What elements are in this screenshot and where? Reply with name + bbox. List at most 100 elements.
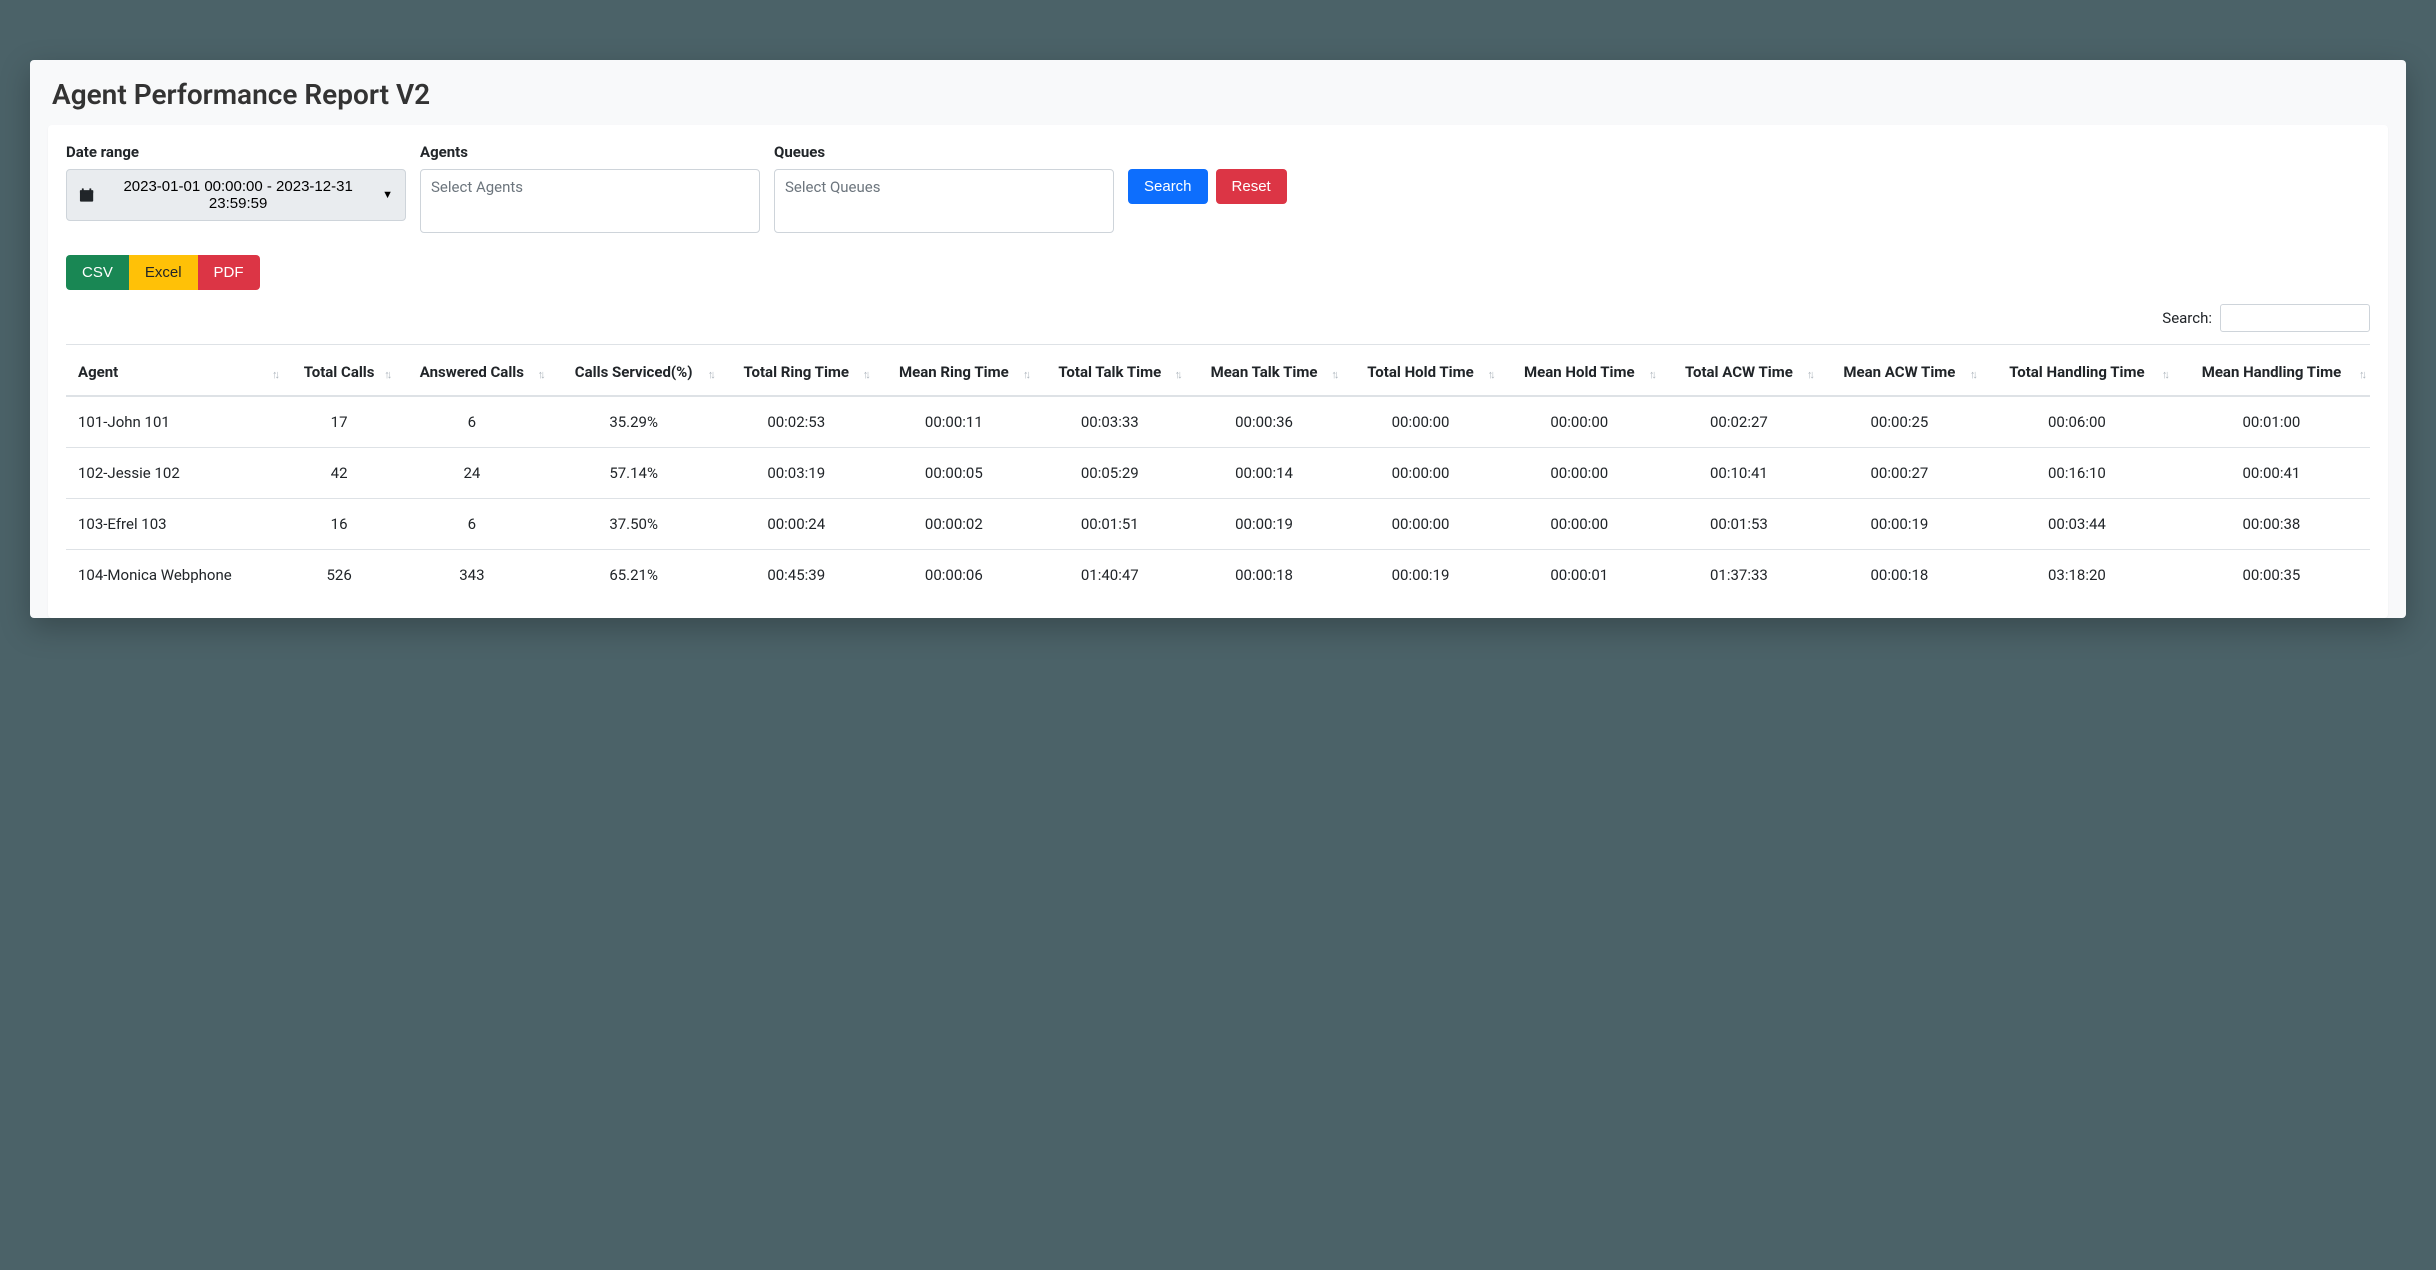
column-header-label: Calls Serviced(%) [575, 363, 693, 381]
column-header-label: Total Hold Time [1367, 363, 1473, 381]
table-cell: 01:40:47 [1034, 550, 1186, 601]
table-cell: 6 [395, 396, 548, 448]
column-header[interactable]: Total Hold Time↑↓ [1342, 345, 1498, 397]
column-header[interactable]: Mean Handling Time ↑↓ [2173, 345, 2370, 397]
table-cell: 00:03:33 [1034, 396, 1186, 448]
column-header-label: Total Handling Time [2009, 363, 2144, 381]
table-cell: 101-John 101 [66, 396, 283, 448]
table-cell: 00:10:41 [1660, 448, 1818, 499]
table-cell: 00:00:25 [1818, 396, 1981, 448]
export-pdf-button[interactable]: PDF [198, 255, 260, 290]
queues-label: Queues [774, 143, 1114, 161]
agents-label: Agents [420, 143, 760, 161]
column-header-label: Mean Hold Time [1524, 363, 1635, 381]
date-range-button[interactable]: 2023-01-01 00:00:00 - 2023-12-31 23:59:5… [66, 169, 406, 221]
table-cell: 00:00:38 [2173, 499, 2370, 550]
export-excel-button[interactable]: Excel [129, 255, 198, 290]
table-cell: 103-Efrel 103 [66, 499, 283, 550]
column-header[interactable]: Mean Ring Time ↑↓ [874, 345, 1034, 397]
sort-icon: ↑↓ [384, 368, 389, 381]
sort-icon: ↑↓ [1023, 368, 1028, 381]
sort-icon: ↑↓ [1175, 368, 1180, 381]
column-header-label: Mean Ring Time [899, 363, 1009, 381]
table-cell: 00:00:18 [1186, 550, 1343, 601]
column-header-label: Total Talk Time [1058, 363, 1161, 381]
filter-date-range: Date range 2023-01-01 00:00:00 - 2023-12… [66, 143, 406, 221]
report-panel: Agent Performance Report V2 Date range 2… [30, 60, 2406, 618]
column-header-label: Mean Handling Time [2202, 363, 2341, 381]
table-cell: 24 [395, 448, 548, 499]
table-cell: 00:00:00 [1342, 396, 1498, 448]
table-cell: 104-Monica Webphone [66, 550, 283, 601]
table-cell: 00:01:53 [1660, 499, 1818, 550]
column-header[interactable]: Total Handling Time↑↓ [1981, 345, 2173, 397]
table-cell: 03:18:20 [1981, 550, 2173, 601]
table-search-row: Search: [66, 304, 2370, 332]
column-header[interactable]: Total Ring Time ↑↓ [719, 345, 874, 397]
column-header[interactable]: Answered Calls↑↓ [395, 345, 548, 397]
column-header-label: Total Calls [304, 363, 375, 381]
column-header[interactable]: Mean Talk Time↑↓ [1186, 345, 1343, 397]
search-button[interactable]: Search [1128, 169, 1208, 204]
table-cell: 35.29% [549, 396, 719, 448]
table-row: 103-Efrel 10316637.50%00:00:2400:00:0200… [66, 499, 2370, 550]
calendar-icon [79, 187, 94, 203]
sort-icon: ↑↓ [2359, 368, 2364, 381]
table-row: 102-Jessie 102422457.14%00:03:1900:00:05… [66, 448, 2370, 499]
column-header-label: Total ACW Time [1685, 363, 1793, 381]
filter-agents: Agents Select Agents [420, 143, 760, 233]
table-cell: 00:00:36 [1186, 396, 1343, 448]
column-header-label: Answered Calls [420, 363, 524, 381]
column-header-label: Agent [78, 363, 118, 381]
sort-icon: ↑↓ [1331, 368, 1336, 381]
table-cell: 00:00:00 [1499, 448, 1660, 499]
table-cell: 00:02:27 [1660, 396, 1818, 448]
table-cell: 00:00:00 [1499, 396, 1660, 448]
column-header[interactable]: Agent ↑↓ [66, 345, 283, 397]
table-cell: 00:00:24 [719, 499, 874, 550]
table-cell: 01:37:33 [1660, 550, 1818, 601]
column-header-label: Total Ring Time [743, 363, 849, 381]
table-cell: 37.50% [549, 499, 719, 550]
sort-icon: ↑↓ [708, 368, 713, 381]
column-header[interactable]: Mean Hold Time↑↓ [1499, 345, 1660, 397]
table-cell: 00:01:00 [2173, 396, 2370, 448]
page-title: Agent Performance Report V2 [30, 60, 2406, 125]
table-row: 101-John 10117635.29%00:02:5300:00:1100:… [66, 396, 2370, 448]
table-cell: 00:00:05 [874, 448, 1034, 499]
date-range-value: 2023-01-01 00:00:00 - 2023-12-31 23:59:5… [100, 178, 376, 212]
search-input[interactable] [2220, 304, 2370, 332]
table-cell: 00:00:00 [1342, 448, 1498, 499]
table-cell: 00:00:00 [1342, 499, 1498, 550]
filter-actions: Search Reset [1128, 143, 1287, 204]
table-cell: 00:00:14 [1186, 448, 1343, 499]
export-csv-button[interactable]: CSV [66, 255, 129, 290]
table-cell: 00:00:41 [2173, 448, 2370, 499]
column-header[interactable]: Total Calls ↑↓ [283, 345, 395, 397]
table-cell: 65.21% [549, 550, 719, 601]
table-cell: 16 [283, 499, 395, 550]
table-cell: 00:03:19 [719, 448, 874, 499]
column-header[interactable]: Total ACW Time↑↓ [1660, 345, 1818, 397]
table-cell: 00:03:44 [1981, 499, 2173, 550]
column-header[interactable]: Total Talk Time ↑↓ [1034, 345, 1186, 397]
sort-icon: ↑↓ [863, 368, 868, 381]
sort-icon: ↑↓ [272, 368, 277, 381]
table-cell: 00:00:02 [874, 499, 1034, 550]
reset-button[interactable]: Reset [1216, 169, 1287, 204]
table-cell: 00:01:51 [1034, 499, 1186, 550]
search-label: Search: [2162, 309, 2212, 327]
filters-row: Date range 2023-01-01 00:00:00 - 2023-12… [66, 143, 2370, 233]
queues-select[interactable]: Select Queues [774, 169, 1114, 233]
column-header[interactable]: Mean ACW Time↑↓ [1818, 345, 1981, 397]
table-cell: 57.14% [549, 448, 719, 499]
table-cell: 102-Jessie 102 [66, 448, 283, 499]
table-cell: 00:02:53 [719, 396, 874, 448]
agents-select[interactable]: Select Agents [420, 169, 760, 233]
table-cell: 526 [283, 550, 395, 601]
column-header[interactable]: Calls Serviced(%) ↑↓ [549, 345, 719, 397]
table-cell: 00:00:11 [874, 396, 1034, 448]
table-cell: 00:05:29 [1034, 448, 1186, 499]
column-header-label: Mean ACW Time [1843, 363, 1955, 381]
table-cell: 00:16:10 [1981, 448, 2173, 499]
